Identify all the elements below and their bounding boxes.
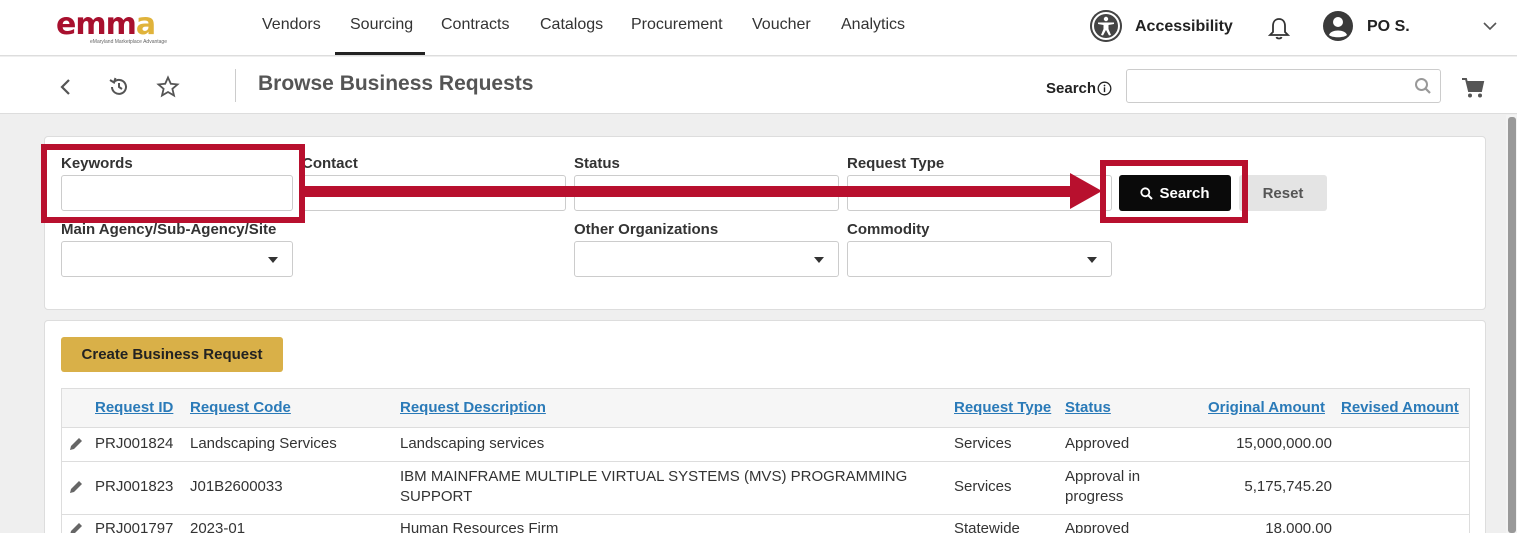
cart-icon[interactable]: [1461, 77, 1485, 99]
scrollbar-thumb[interactable]: [1508, 117, 1516, 533]
table-cell-status: Approval in progress: [1065, 468, 1141, 505]
page-title: Browse Business Requests: [258, 72, 534, 95]
column-revised-amount[interactable]: Revised Amount: [1341, 399, 1459, 416]
nav-active-indicator: [335, 52, 425, 55]
annotation-box-search: [1100, 160, 1248, 223]
info-icon[interactable]: [1097, 81, 1112, 96]
table-cell-description: Human Resources Firm: [400, 520, 559, 533]
contact-label: Contact: [302, 155, 358, 172]
create-business-request-button[interactable]: Create Business Request: [61, 337, 283, 372]
table-cell-type: Services: [954, 435, 1012, 452]
global-search-label: Search: [1046, 80, 1097, 97]
annotation-box-keywords: [41, 144, 305, 223]
other-orgs-select[interactable]: [574, 241, 839, 277]
back-icon[interactable]: [56, 77, 76, 97]
logo-tagline: eMaryland Marketplace Advantage: [90, 39, 167, 45]
column-request-type[interactable]: Request Type: [954, 399, 1051, 416]
caret-down-icon: [814, 257, 824, 263]
pencil-icon[interactable]: [68, 521, 84, 533]
user-name[interactable]: PO S.: [1367, 18, 1410, 36]
nav-sourcing[interactable]: Sourcing: [350, 16, 413, 34]
chevron-down-icon[interactable]: [1482, 20, 1498, 32]
accessibility-icon[interactable]: [1090, 10, 1122, 42]
table-cell-code: 2023-01: [190, 520, 246, 533]
agency-label: Main Agency/Sub-Agency/Site: [61, 221, 277, 238]
table-cell-id[interactable]: PRJ001824: [95, 435, 173, 452]
star-icon[interactable]: [156, 75, 180, 99]
pencil-icon[interactable]: [68, 479, 84, 495]
divider: [235, 69, 236, 102]
annotation-arrow: [302, 186, 1072, 197]
nav-contracts[interactable]: Contracts: [441, 16, 509, 34]
caret-down-icon: [268, 257, 278, 263]
commodity-select[interactable]: [847, 241, 1112, 277]
table-cell-type: Statewide: [954, 520, 1020, 533]
table-cell-type: Services: [954, 478, 1012, 495]
nav-procurement[interactable]: Procurement: [631, 16, 723, 34]
table-cell-original-amount: 5,175,745.20: [1244, 478, 1332, 495]
column-request-code[interactable]: Request Code: [190, 399, 291, 416]
commodity-label: Commodity: [847, 221, 930, 238]
table-cell-original-amount: 15,000,000.00: [1236, 435, 1332, 452]
nav-vendors[interactable]: Vendors: [262, 16, 321, 34]
accessibility-label[interactable]: Accessibility: [1135, 18, 1233, 36]
table-cell-id[interactable]: PRJ001823: [95, 478, 173, 495]
emma-logo[interactable]: emma eMaryland Marketplace Advantage: [56, 7, 180, 47]
request-type-label: Request Type: [847, 155, 945, 172]
table-cell-code: Landscaping Services: [190, 435, 337, 452]
column-original-amount[interactable]: Original Amount: [1208, 399, 1325, 416]
table-cell-description: IBM MAINFRAME MULTIPLE VIRTUAL SYSTEMS (…: [400, 468, 908, 505]
annotation-arrow-head: [1070, 173, 1102, 209]
logo-wordmark: emma: [56, 7, 156, 42]
table-cell-original-amount: 18,000.00: [1265, 520, 1332, 533]
caret-down-icon: [1087, 257, 1097, 263]
user-icon[interactable]: [1322, 10, 1354, 42]
global-search-input[interactable]: [1126, 69, 1441, 103]
row-divider: [62, 514, 1469, 515]
agency-select[interactable]: [61, 241, 293, 277]
nav-analytics[interactable]: Analytics: [841, 16, 905, 34]
table-cell-status: Approved: [1065, 520, 1130, 533]
nav-catalogs[interactable]: Catalogs: [540, 16, 603, 34]
bell-icon[interactable]: [1268, 17, 1290, 41]
status-label: Status: [574, 155, 620, 172]
column-request-id[interactable]: Request ID: [95, 399, 173, 416]
table-cell-id[interactable]: PRJ001797: [95, 520, 173, 533]
pencil-icon[interactable]: [68, 436, 84, 452]
nav-voucher[interactable]: Voucher: [752, 16, 811, 34]
reset-button[interactable]: Reset: [1239, 175, 1327, 211]
column-request-description[interactable]: Request Description: [400, 399, 546, 416]
other-orgs-label: Other Organizations: [574, 221, 719, 238]
table-cell-code: J01B2600033: [190, 478, 283, 495]
row-divider: [62, 461, 1469, 462]
search-icon[interactable]: [1414, 77, 1432, 95]
table-cell-description: Landscaping services: [400, 435, 545, 452]
history-icon[interactable]: [107, 75, 131, 99]
column-status[interactable]: Status: [1065, 399, 1111, 416]
table-cell-status: Approved: [1065, 435, 1130, 452]
